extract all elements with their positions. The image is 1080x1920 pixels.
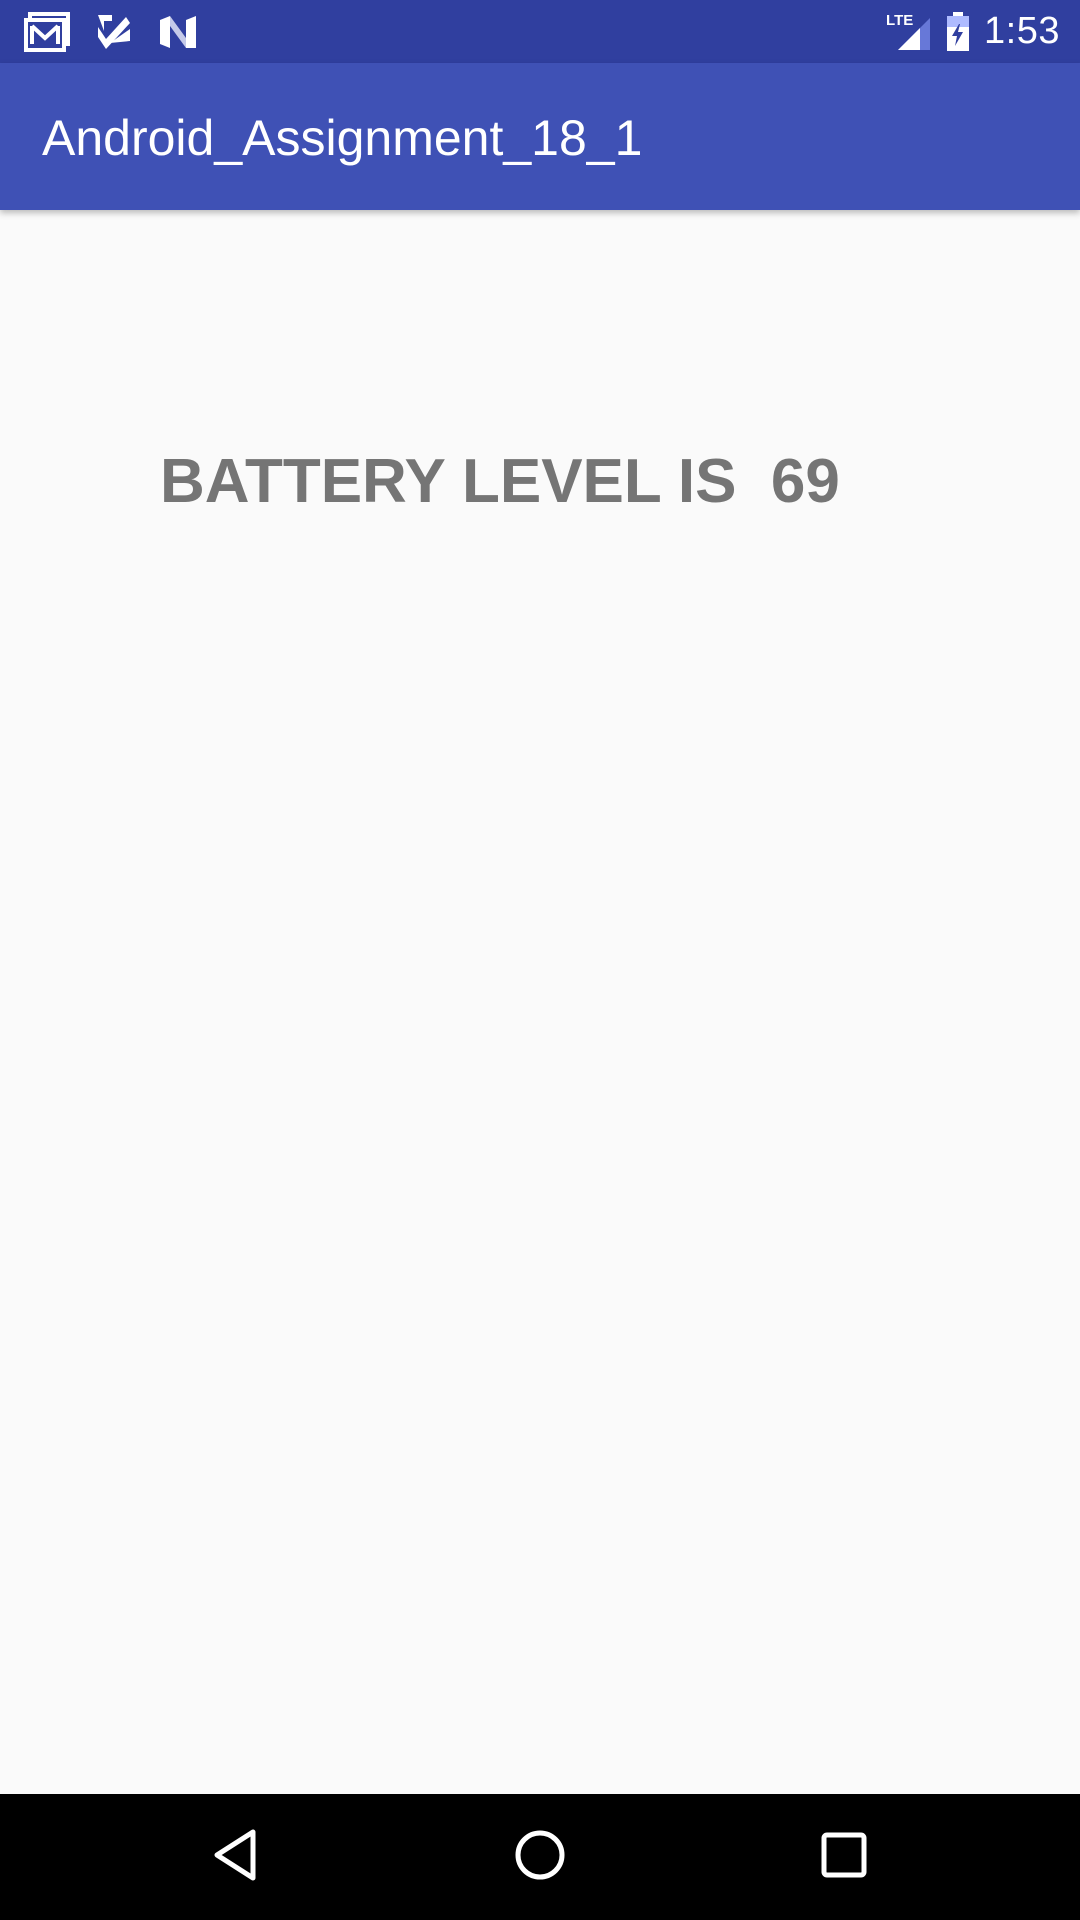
back-button[interactable]: [200, 1821, 272, 1893]
home-icon: [513, 1828, 567, 1887]
back-icon: [211, 1828, 261, 1887]
lte-signal-icon: LTE: [886, 12, 932, 52]
recents-button[interactable]: [808, 1821, 880, 1893]
home-button[interactable]: [504, 1821, 576, 1893]
checkmark-app-icon: [96, 13, 132, 51]
navigation-bar: [0, 1794, 1080, 1920]
recents-icon: [820, 1831, 868, 1884]
n-logo-icon: [158, 14, 198, 50]
battery-level-text: BATTERY LEVEL IS 69: [160, 447, 840, 516]
clock: 1:53: [984, 10, 1060, 52]
screen: LTE 1:53 Android_Assignment_18_1 BATTERY…: [0, 0, 1080, 1920]
battery-charging-icon: [946, 11, 970, 52]
system-status: LTE 1:53: [886, 0, 1060, 63]
app-title: Android_Assignment_18_1: [42, 110, 643, 166]
status-bar: LTE 1:53: [0, 0, 1080, 63]
gmail-icon: [24, 12, 70, 52]
main-content: BATTERY LEVEL IS 69: [0, 210, 1080, 1794]
notification-icons: [24, 12, 198, 52]
app-bar: Android_Assignment_18_1: [0, 63, 1080, 210]
